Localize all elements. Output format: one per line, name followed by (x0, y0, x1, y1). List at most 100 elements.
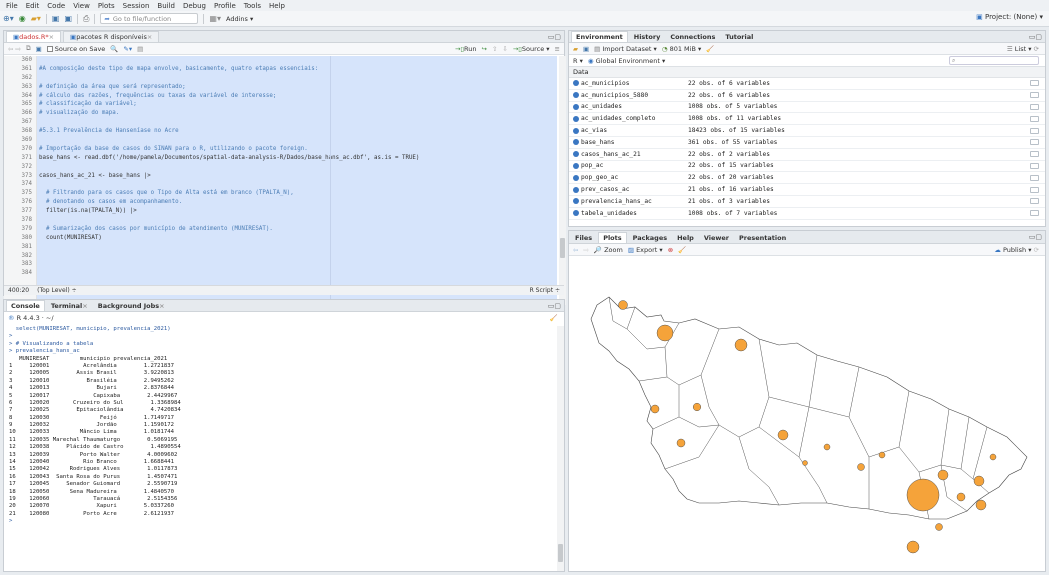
table-view-icon[interactable] (1029, 151, 1039, 158)
table-view-icon[interactable] (1029, 115, 1039, 122)
window-controls-icon[interactable]: ▭▢ (548, 33, 561, 41)
save-workspace-icon[interactable]: ▣ (583, 45, 589, 53)
environment-row[interactable]: ac_municipios_5880 22 obs. of 6 variables (569, 90, 1045, 102)
code-line[interactable] (37, 216, 557, 225)
tab-plots[interactable]: Plots (598, 232, 627, 243)
clear-workspace-icon[interactable]: 🧹 (706, 45, 714, 53)
show-in-window-icon[interactable]: ⧉ (26, 44, 31, 53)
project-menu[interactable]: ▣ Project: (None) ▾ (976, 13, 1043, 21)
environment-row[interactable]: ac_municipios 22 obs. of 6 variables (569, 78, 1045, 90)
save-all-icon[interactable]: ▣ (64, 14, 72, 23)
expand-icon[interactable] (573, 198, 579, 205)
code-line[interactable]: #A composição deste tipo de mapa envolve… (37, 65, 557, 74)
expand-icon[interactable] (573, 186, 579, 193)
code-line[interactable] (37, 56, 557, 65)
tab-viewer[interactable]: Viewer (700, 232, 733, 243)
code-line[interactable]: # definição da área que será representad… (37, 83, 557, 92)
code-area[interactable]: #A composição deste tipo de mapa envolve… (37, 56, 557, 305)
environment-row[interactable]: ac_vias 18423 obs. of 15 variables (569, 125, 1045, 137)
code-line[interactable]: # denotando os casos em acompanhamento. (37, 198, 557, 207)
outline-icon[interactable]: ≡ (555, 45, 560, 53)
memory-usage[interactable]: ◔ 801 MiB ▾ (662, 45, 701, 53)
table-view-icon[interactable] (1029, 92, 1039, 99)
down-icon[interactable]: ⇩ (502, 45, 507, 53)
expand-icon[interactable] (573, 80, 579, 87)
wand-icon[interactable]: ✎▾ (123, 45, 132, 53)
environment-row[interactable]: prev_casos_ac 21 obs. of 16 variables (569, 184, 1045, 196)
grid-icon[interactable]: ▦▾ (209, 14, 221, 23)
menu-item-help[interactable]: Help (265, 2, 289, 10)
source-button[interactable]: →▯Source ▾ (513, 45, 550, 53)
code-line[interactable]: # classificação da variável; (37, 100, 557, 109)
code-line[interactable] (37, 163, 557, 172)
code-line[interactable] (37, 74, 557, 83)
menu-item-session[interactable]: Session (119, 2, 154, 10)
tab-files[interactable]: Files (571, 232, 596, 243)
addins-menu[interactable]: Addins ▾ (226, 15, 253, 23)
tab-dados-r-[interactable]: ▣ dados.R* × (6, 31, 62, 42)
menu-item-view[interactable]: View (69, 2, 94, 10)
scope-selector[interactable]: ◉ Global Environment ▾ (588, 57, 665, 65)
expand-icon[interactable] (573, 115, 579, 122)
environment-row[interactable]: pop_geo_ac 22 obs. of 20 variables (569, 172, 1045, 185)
code-line[interactable]: #5.3.1 Prevalência de Hanseníase no Acre (37, 127, 557, 136)
tab-history[interactable]: History (630, 31, 665, 42)
editor-scrollbar[interactable] (559, 56, 566, 305)
environment-search-input[interactable]: ⌕ (949, 56, 1039, 65)
previous-plot-icon[interactable]: ⇦ (573, 246, 578, 254)
code-line[interactable] (37, 252, 557, 261)
code-line[interactable]: count(MUNIRESAT) (37, 234, 557, 243)
scope-selector[interactable]: (Top Level) ÷ (37, 287, 77, 294)
zoom-button[interactable]: 🔎 Zoom (594, 246, 623, 254)
code-line[interactable]: # Sumarização dos casos por município de… (37, 225, 557, 234)
code-line[interactable]: # Filtrando para os casos que o Tipo de … (37, 189, 557, 198)
table-view-icon[interactable] (1029, 80, 1039, 87)
menu-item-debug[interactable]: Debug (179, 2, 210, 10)
environment-row[interactable]: ac_unidades 1008 obs. of 5 variables (569, 102, 1045, 114)
close-icon[interactable]: × (159, 302, 164, 310)
window-controls-icon[interactable]: ▭▢ (1029, 233, 1042, 241)
file-type-selector[interactable]: R Script ÷ (530, 287, 560, 294)
environment-row[interactable]: pop_ac 22 obs. of 15 variables (569, 161, 1045, 173)
code-line[interactable] (37, 118, 557, 127)
remove-plot-icon[interactable]: ⊗ (668, 246, 673, 254)
table-view-icon[interactable] (1029, 174, 1039, 181)
window-controls-icon[interactable]: ▭▢ (548, 302, 561, 310)
menu-item-tools[interactable]: Tools (240, 2, 265, 10)
environment-row[interactable]: ac_unidades_completo 1008 obs. of 11 vari… (569, 113, 1045, 126)
source-on-save-checkbox[interactable]: Source on Save (46, 45, 105, 53)
tab-presentation[interactable]: Presentation (735, 232, 790, 243)
menu-item-plots[interactable]: Plots (94, 2, 119, 10)
menu-item-profile[interactable]: Profile (210, 2, 240, 10)
print-icon[interactable]: ⎙ (83, 14, 89, 24)
console-scrollbar[interactable] (557, 326, 564, 571)
expand-icon[interactable] (573, 92, 579, 99)
table-view-icon[interactable] (1029, 162, 1039, 169)
list-view-selector[interactable]: ☰ List ▾ ⟳ (1007, 45, 1039, 53)
new-project-icon[interactable]: ◉ (19, 14, 26, 23)
window-controls-icon[interactable]: ▭▢ (1029, 33, 1042, 41)
tab-tutorial[interactable]: Tutorial (721, 31, 757, 42)
code-line[interactable] (37, 180, 557, 189)
table-view-icon[interactable] (1029, 139, 1039, 146)
environment-row[interactable]: tabela_unidades 1008 obs. of 7 variables (569, 208, 1045, 220)
save-icon[interactable]: ▣ (36, 45, 42, 53)
tab-terminal[interactable]: Terminal × (47, 300, 92, 311)
code-line[interactable] (37, 269, 557, 278)
save-icon[interactable]: ▣ (52, 14, 60, 23)
expand-icon[interactable] (573, 127, 579, 134)
scroll-thumb[interactable] (560, 238, 565, 258)
code-line[interactable]: # visualização do mapa. (37, 109, 557, 118)
load-workspace-icon[interactable]: ▰ (573, 45, 578, 53)
clear-console-icon[interactable]: 🧹 (550, 314, 558, 322)
expand-icon[interactable] (573, 162, 579, 169)
publish-button[interactable]: ☁ Publish ▾ ⟳ (994, 246, 1039, 254)
code-line[interactable] (37, 136, 557, 145)
rerun-icon[interactable]: ↪ (481, 45, 486, 53)
tab-packages[interactable]: Packages (629, 232, 671, 243)
code-line[interactable]: # Importação da base de casos do SINAN p… (37, 145, 557, 154)
search-icon[interactable]: 🔍 (110, 45, 118, 53)
environment-row[interactable]: base_hans 361 obs. of 55 variables (569, 137, 1045, 149)
code-line[interactable]: casos_hans_ac_21 <- base_hans |> (37, 172, 557, 181)
tab-background-jobs[interactable]: Background Jobs × (94, 300, 169, 311)
